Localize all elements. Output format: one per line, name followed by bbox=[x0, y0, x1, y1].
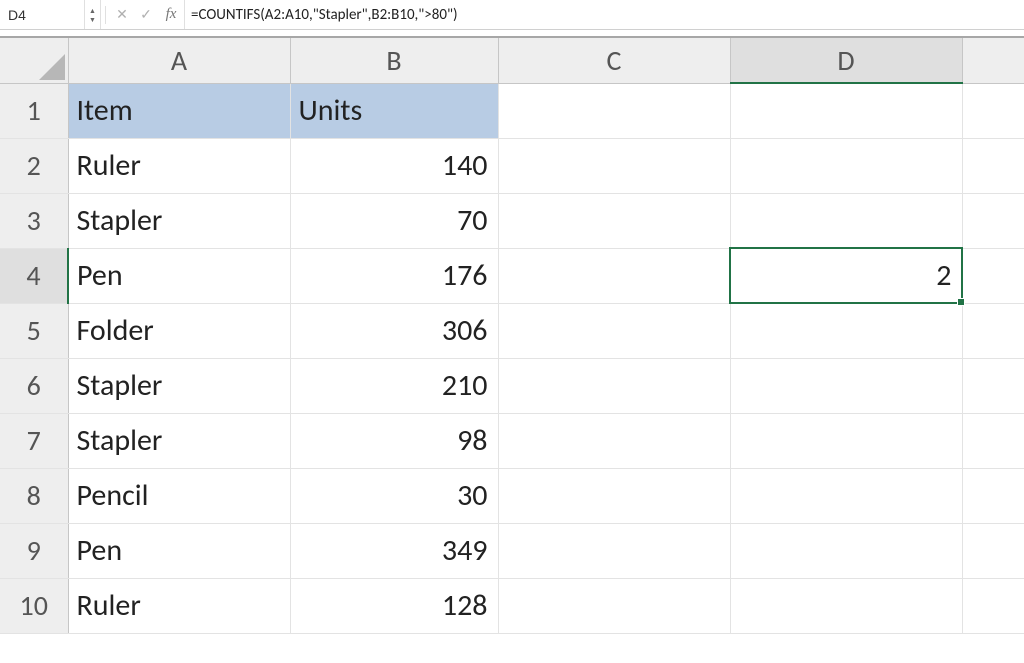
cell-C3[interactable] bbox=[498, 193, 730, 248]
name-box[interactable]: D4 bbox=[0, 0, 85, 29]
table-row: 8 Pencil 30 bbox=[0, 468, 1024, 523]
cell-C5[interactable] bbox=[498, 303, 730, 358]
cell-B2[interactable]: 140 bbox=[290, 138, 498, 193]
row-header-6[interactable]: 6 bbox=[0, 358, 68, 413]
cell-D3[interactable] bbox=[730, 193, 962, 248]
cell-C10[interactable] bbox=[498, 578, 730, 633]
cell-A7[interactable]: Stapler bbox=[68, 413, 290, 468]
cell-A4[interactable]: Pen bbox=[68, 248, 290, 303]
cell-B9[interactable]: 349 bbox=[290, 523, 498, 578]
cell-extra[interactable] bbox=[962, 358, 1024, 413]
table-row: 2 Ruler 140 bbox=[0, 138, 1024, 193]
cell-A10[interactable]: Ruler bbox=[68, 578, 290, 633]
row-header-1[interactable]: 1 bbox=[0, 83, 68, 138]
cell-B10[interactable]: 128 bbox=[290, 578, 498, 633]
cell-extra[interactable] bbox=[962, 248, 1024, 303]
cell-A2[interactable]: Ruler bbox=[68, 138, 290, 193]
row-header-8[interactable]: 8 bbox=[0, 468, 68, 523]
enter-icon[interactable]: ✓ bbox=[134, 6, 158, 23]
cell-A6[interactable]: Stapler bbox=[68, 358, 290, 413]
cell-B6[interactable]: 210 bbox=[290, 358, 498, 413]
table-row: 5 Folder 306 bbox=[0, 303, 1024, 358]
col-header-row: A B C D bbox=[0, 38, 1024, 83]
table-row: 1 Item Units bbox=[0, 83, 1024, 138]
cell-A5[interactable]: Folder bbox=[68, 303, 290, 358]
cell-extra[interactable] bbox=[962, 413, 1024, 468]
stepper-down-icon[interactable]: ▼ bbox=[85, 15, 100, 24]
row-header-2[interactable]: 2 bbox=[0, 138, 68, 193]
stepper-up-icon[interactable]: ▲ bbox=[85, 6, 100, 15]
cell-D7[interactable] bbox=[730, 413, 962, 468]
cell-C4[interactable] bbox=[498, 248, 730, 303]
cell-D8[interactable] bbox=[730, 468, 962, 523]
cell-A1[interactable]: Item bbox=[68, 83, 290, 138]
cell-D1[interactable] bbox=[730, 83, 962, 138]
cell-extra[interactable] bbox=[962, 193, 1024, 248]
cell-D2[interactable] bbox=[730, 138, 962, 193]
table-row: 9 Pen 349 bbox=[0, 523, 1024, 578]
cell-B1[interactable]: Units bbox=[290, 83, 498, 138]
cell-C1[interactable] bbox=[498, 83, 730, 138]
cell-extra[interactable] bbox=[962, 303, 1024, 358]
cell-A3[interactable]: Stapler bbox=[68, 193, 290, 248]
table-row: 3 Stapler 70 bbox=[0, 193, 1024, 248]
col-header-extra[interactable] bbox=[962, 38, 1024, 83]
row-header-7[interactable]: 7 bbox=[0, 413, 68, 468]
cell-extra[interactable] bbox=[962, 83, 1024, 138]
select-all-corner[interactable] bbox=[0, 38, 68, 83]
col-header-A[interactable]: A bbox=[68, 38, 290, 83]
cell-C7[interactable] bbox=[498, 413, 730, 468]
col-header-D[interactable]: D bbox=[730, 38, 962, 83]
row-header-3[interactable]: 3 bbox=[0, 193, 68, 248]
name-box-stepper[interactable]: ▲ ▼ bbox=[85, 0, 101, 29]
row-header-9[interactable]: 9 bbox=[0, 523, 68, 578]
cell-B5[interactable]: 306 bbox=[290, 303, 498, 358]
cell-D6[interactable] bbox=[730, 358, 962, 413]
col-header-B[interactable]: B bbox=[290, 38, 498, 83]
cell-B3[interactable]: 70 bbox=[290, 193, 498, 248]
cell-extra[interactable] bbox=[962, 523, 1024, 578]
row-header-10[interactable]: 10 bbox=[0, 578, 68, 633]
fx-icon[interactable]: fx bbox=[158, 6, 184, 23]
table-row: 7 Stapler 98 bbox=[0, 413, 1024, 468]
col-header-C[interactable]: C bbox=[498, 38, 730, 83]
cell-D4[interactable]: 2 bbox=[730, 248, 962, 303]
cell-C2[interactable] bbox=[498, 138, 730, 193]
cell-D5[interactable] bbox=[730, 303, 962, 358]
table-row: 6 Stapler 210 bbox=[0, 358, 1024, 413]
cell-C6[interactable] bbox=[498, 358, 730, 413]
cell-C9[interactable] bbox=[498, 523, 730, 578]
cell-A8[interactable]: Pencil bbox=[68, 468, 290, 523]
cancel-icon[interactable]: ✕ bbox=[110, 6, 134, 23]
grid: A B C D 1 Item Units 2 Ruler 140 3 Stapl… bbox=[0, 38, 1024, 634]
cell-B7[interactable]: 98 bbox=[290, 413, 498, 468]
row-header-5[interactable]: 5 bbox=[0, 303, 68, 358]
formula-input[interactable]: =COUNTIFS(A2:A10,"Stapler",B2:B10,">80") bbox=[184, 0, 1024, 29]
table-row: 10 Ruler 128 bbox=[0, 578, 1024, 633]
cell-extra[interactable] bbox=[962, 138, 1024, 193]
cell-extra[interactable] bbox=[962, 468, 1024, 523]
cell-D10[interactable] bbox=[730, 578, 962, 633]
cell-B4[interactable]: 176 bbox=[290, 248, 498, 303]
cell-A9[interactable]: Pen bbox=[68, 523, 290, 578]
spreadsheet: A B C D 1 Item Units 2 Ruler 140 3 Stapl… bbox=[0, 36, 1024, 634]
table-row: 4 Pen 176 2 bbox=[0, 248, 1024, 303]
cell-C8[interactable] bbox=[498, 468, 730, 523]
row-header-4[interactable]: 4 bbox=[0, 248, 68, 303]
cell-extra[interactable] bbox=[962, 578, 1024, 633]
cell-D9[interactable] bbox=[730, 523, 962, 578]
cell-B8[interactable]: 30 bbox=[290, 468, 498, 523]
formula-bar: D4 ▲ ▼ ✕ ✓ fx =COUNTIFS(A2:A10,"Stapler"… bbox=[0, 0, 1024, 30]
separator bbox=[105, 6, 106, 24]
